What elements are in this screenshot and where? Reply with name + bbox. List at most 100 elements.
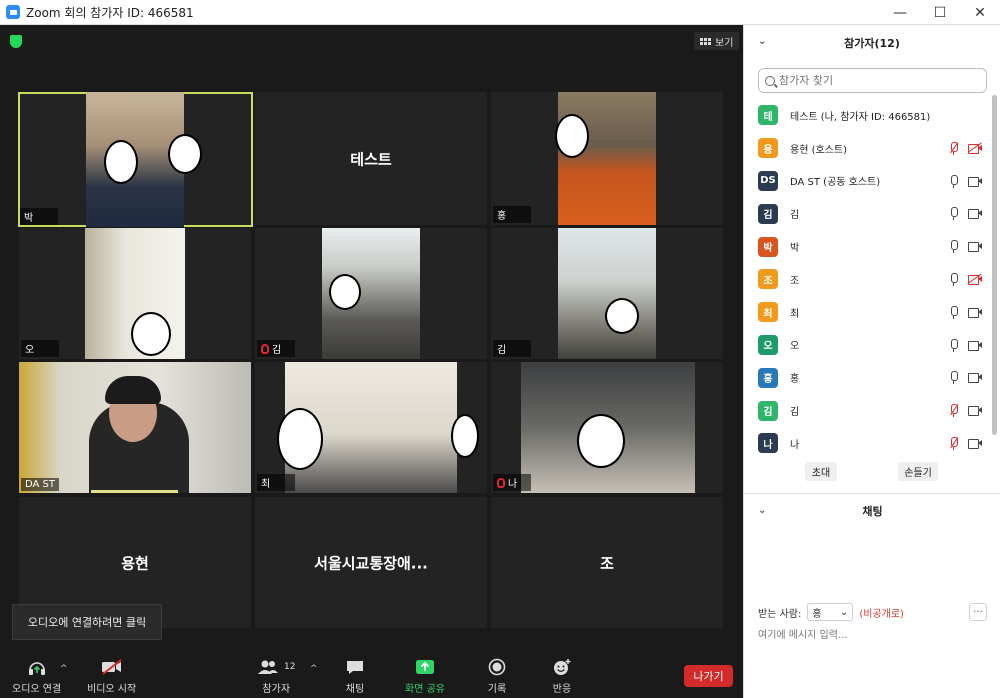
name-tile-test[interactable]: 테스트 bbox=[255, 92, 487, 225]
smiley-add-icon bbox=[552, 656, 572, 678]
start-video-button[interactable]: 비디오 시작 bbox=[87, 656, 136, 695]
avatar: 조 bbox=[758, 269, 778, 290]
audio-tooltip: 오디오에 연결하려면 클릭 bbox=[12, 604, 162, 640]
video-tile-hong[interactable]: 홍 bbox=[491, 92, 723, 225]
camera-icon[interactable] bbox=[968, 176, 983, 187]
camera-icon[interactable] bbox=[968, 241, 983, 253]
chevron-down-icon: ⌄ bbox=[839, 606, 849, 618]
participant-row[interactable]: 용 용현 (호스트) bbox=[744, 132, 991, 165]
participant-row[interactable]: 최최 bbox=[744, 296, 991, 329]
participants-options-caret[interactable]: ^ bbox=[310, 664, 318, 674]
avatar: 최 bbox=[758, 302, 778, 323]
mic-icon[interactable] bbox=[950, 338, 958, 352]
maximize-button[interactable]: ☐ bbox=[920, 0, 960, 25]
minimize-button[interactable]: — bbox=[880, 0, 920, 25]
collapse-chevron-icon[interactable]: ⌄ bbox=[758, 505, 766, 516]
mic-icon[interactable] bbox=[950, 305, 958, 319]
camera-icon[interactable] bbox=[968, 307, 983, 318]
participant-name: 서울시교통장애... bbox=[314, 554, 428, 572]
participant-list-scrollbar[interactable] bbox=[991, 95, 997, 435]
reactions-button[interactable]: 반응 bbox=[552, 656, 572, 695]
encryption-shield-icon[interactable] bbox=[10, 35, 22, 48]
record-button[interactable]: 기록 bbox=[487, 656, 507, 695]
grid-view-icon bbox=[700, 37, 711, 45]
chat-more-button[interactable]: ··· bbox=[969, 603, 987, 621]
participant-row[interactable]: 조조 bbox=[744, 263, 991, 296]
camera-icon[interactable] bbox=[968, 208, 983, 220]
participant-label: 나 bbox=[493, 474, 531, 491]
mic-muted-icon[interactable] bbox=[950, 141, 959, 155]
avatar: 오 bbox=[758, 334, 778, 355]
participant-name: 김 bbox=[790, 210, 800, 222]
video-tile-na[interactable]: 나 bbox=[491, 362, 723, 493]
chat-message-input[interactable] bbox=[758, 626, 988, 644]
blurred-face bbox=[329, 274, 361, 310]
participants-button[interactable]: 12 참가자 bbox=[257, 656, 295, 695]
participant-label: 김 bbox=[493, 340, 531, 357]
video-tile-kim-1[interactable]: 김 bbox=[255, 228, 487, 359]
video-tile-choi[interactable]: 최 bbox=[255, 362, 487, 493]
camera-icon[interactable] bbox=[968, 340, 983, 351]
search-icon bbox=[765, 75, 775, 86]
blurred-face bbox=[451, 414, 479, 458]
participants-count: 12 bbox=[284, 662, 296, 672]
invite-button[interactable]: 초대 bbox=[805, 462, 837, 481]
view-label: 보기 bbox=[715, 37, 734, 49]
video-tile-park[interactable]: 박 bbox=[18, 92, 253, 227]
participant-row[interactable]: 테 테스트 (나, 참가자 ID: 466581) bbox=[744, 99, 991, 132]
video-tile-da-st[interactable]: DA ST bbox=[19, 362, 251, 493]
participant-row[interactable]: 김김 bbox=[744, 197, 991, 230]
video-tile-kim-2[interactable]: 김 bbox=[491, 228, 723, 359]
participants-panel: ⌄ 참가자(12) 테 테스트 (나, 참가자 ID: 466581) 용 용현 (호… bbox=[743, 25, 1000, 698]
audio-options-caret[interactable]: ^ bbox=[60, 664, 68, 674]
camera-icon[interactable] bbox=[968, 405, 983, 417]
raise-hand-button[interactable]: 손들기 bbox=[898, 462, 938, 481]
window-controls: — ☐ ✕ bbox=[880, 0, 1000, 25]
mic-icon[interactable] bbox=[950, 272, 958, 286]
mic-icon[interactable] bbox=[950, 371, 958, 385]
participant-row[interactable]: 오오 bbox=[744, 329, 991, 362]
recipient-select[interactable]: 홍 ⌄ bbox=[807, 603, 854, 621]
camera-icon[interactable] bbox=[968, 438, 983, 449]
participant-row[interactable]: 홍홍 bbox=[744, 361, 991, 394]
participant-name: 박 bbox=[790, 243, 800, 255]
avatar: 테 bbox=[758, 105, 778, 126]
camera-off-icon[interactable] bbox=[968, 273, 983, 285]
close-button[interactable]: ✕ bbox=[960, 0, 1000, 25]
mic-muted-icon[interactable] bbox=[950, 404, 959, 418]
participant-list: 테 테스트 (나, 참가자 ID: 466581) 용 용현 (호스트) DS DA ST… bbox=[744, 99, 991, 460]
participant-search-input[interactable] bbox=[779, 74, 969, 87]
mic-icon[interactable] bbox=[950, 174, 958, 188]
leave-meeting-button[interactable]: 나가기 bbox=[684, 665, 733, 687]
participant-label: 오 bbox=[21, 340, 59, 357]
participant-actions: 초대 손들기 bbox=[744, 462, 991, 482]
mic-muted-icon[interactable] bbox=[950, 436, 959, 450]
participant-search[interactable] bbox=[758, 68, 987, 93]
name-tile-jo[interactable]: 조 bbox=[491, 497, 723, 628]
name-tile-seoul[interactable]: 서울시교통장애... bbox=[255, 497, 487, 628]
avatar: 용 bbox=[758, 138, 778, 159]
participant-row[interactable]: 박박 bbox=[744, 230, 991, 263]
participants-panel-header: ⌄ 참가자(12) bbox=[744, 25, 1000, 61]
blurred-face bbox=[277, 408, 323, 470]
participant-row[interactable]: DS DA ST (공동 호스트) bbox=[744, 165, 991, 198]
camera-off-icon[interactable] bbox=[968, 142, 983, 154]
chat-button[interactable]: 채팅 bbox=[345, 656, 365, 695]
video-tile-oh[interactable]: 오 bbox=[19, 228, 251, 359]
participant-name: 조 bbox=[790, 275, 800, 287]
headphone-icon bbox=[27, 656, 47, 678]
join-audio-button[interactable]: 오디오 연결 bbox=[12, 656, 61, 695]
participant-row[interactable]: 나나 bbox=[744, 427, 991, 460]
participant-label: DA ST bbox=[21, 478, 59, 491]
participant-name: 테스트 bbox=[350, 150, 392, 168]
view-button[interactable]: 보기 bbox=[694, 32, 740, 50]
camera-icon[interactable] bbox=[968, 372, 983, 384]
zoom-app-icon bbox=[6, 5, 20, 19]
mic-icon[interactable] bbox=[950, 207, 958, 221]
mic-icon[interactable] bbox=[950, 240, 958, 254]
share-screen-icon bbox=[415, 656, 435, 678]
participant-row[interactable]: 김김 bbox=[744, 394, 991, 427]
collapse-chevron-icon[interactable]: ⌄ bbox=[758, 36, 766, 47]
participant-name: 테스트 (나, 참가자 ID: 466581) bbox=[790, 111, 931, 123]
share-screen-button[interactable]: 화면 공유 bbox=[405, 656, 445, 695]
